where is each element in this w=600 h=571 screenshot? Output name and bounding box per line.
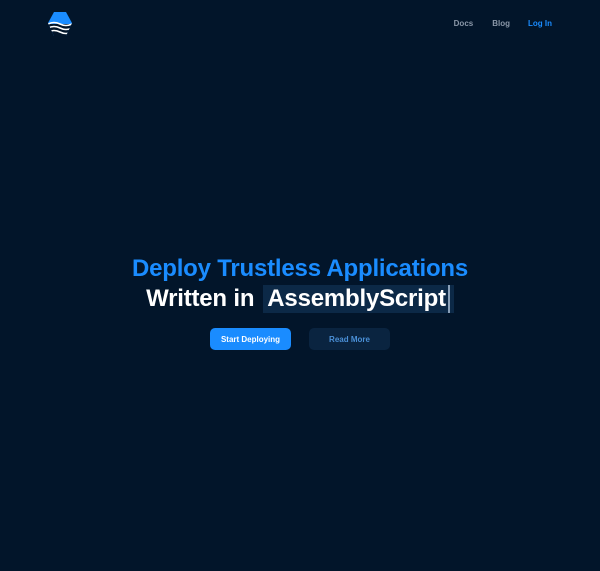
nav-link-docs[interactable]: Docs <box>454 19 474 29</box>
nav-link-login[interactable]: Log In <box>528 19 552 29</box>
landing-page: Docs Blog Log In Deploy Trustless Applic… <box>0 0 600 571</box>
start-deploying-button[interactable]: Start Deploying <box>210 328 291 350</box>
hero-headline-line2: Written in AssemblyScript <box>0 284 600 314</box>
top-nav: Docs Blog Log In <box>454 19 552 29</box>
text-caret <box>447 285 450 314</box>
hero-headline-typed-word: AssemblyScript <box>267 284 446 312</box>
hero-headline-line1: Deploy Trustless Applications <box>131 255 469 282</box>
hexagon-waves-logo-icon[interactable] <box>47 11 73 37</box>
nav-link-blog[interactable]: Blog <box>492 19 510 29</box>
read-more-button[interactable]: Read More <box>309 328 390 350</box>
hero-actions: Start Deploying Read More <box>0 328 600 350</box>
hero-section: Deploy Trustless Applications Written in… <box>0 254 600 314</box>
typed-text-highlight: AssemblyScript <box>263 284 454 314</box>
hero-headline-prefix: Written in <box>146 285 255 312</box>
